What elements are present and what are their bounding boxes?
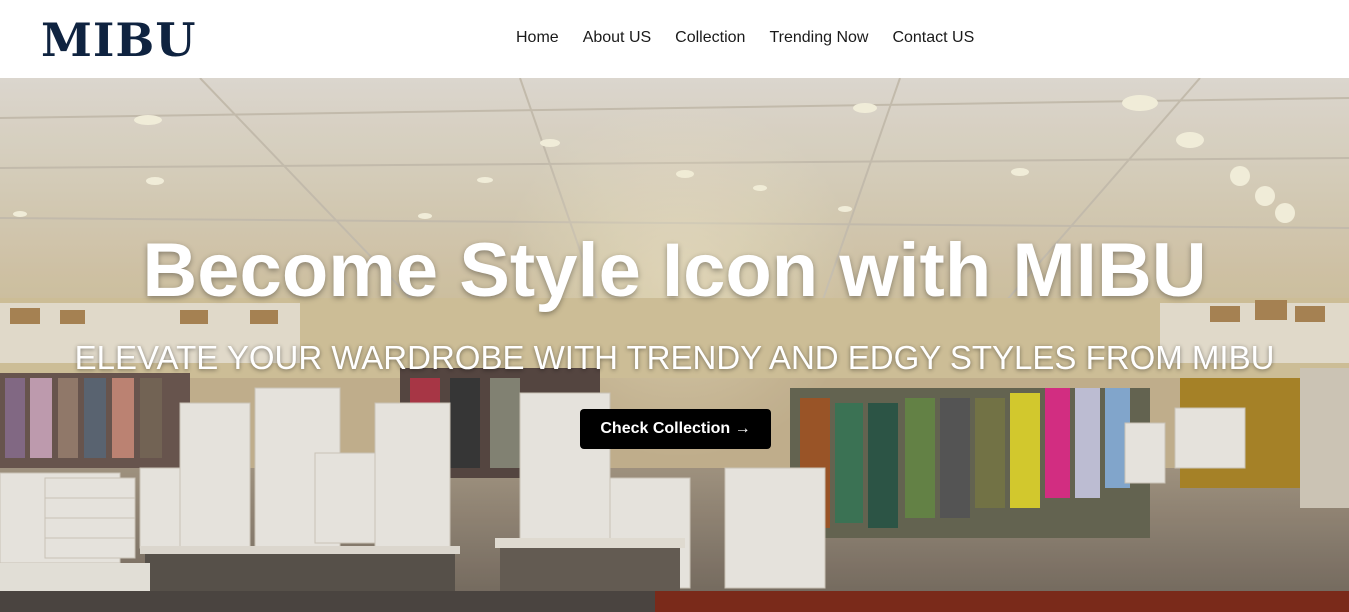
nav-trending[interactable]: Trending Now — [767, 27, 870, 49]
next-section-image-strip — [0, 591, 655, 612]
nav-collection[interactable]: Collection — [673, 27, 747, 49]
check-collection-button[interactable]: Check Collection → — [580, 409, 771, 449]
nav-home[interactable]: Home — [514, 27, 561, 49]
hero-section: Become Style Icon with MIBU ELEVATE YOUR… — [0, 78, 1349, 591]
hero-title: Become Style Icon with MIBU — [142, 228, 1207, 313]
hero-subtitle: ELEVATE YOUR WARDROBE WITH TRENDY AND ED… — [74, 339, 1275, 376]
site-header: MIBU Home About US Collection Trending N… — [0, 0, 1349, 78]
hero-background-image — [0, 78, 1349, 591]
nav-contact[interactable]: Contact US — [890, 27, 976, 49]
nav-about[interactable]: About US — [581, 27, 653, 49]
main-nav: Home About US Collection Trending Now Co… — [514, 27, 976, 49]
next-section-accent-strip — [655, 591, 1349, 612]
brand-logo[interactable]: MIBU — [41, 14, 196, 66]
